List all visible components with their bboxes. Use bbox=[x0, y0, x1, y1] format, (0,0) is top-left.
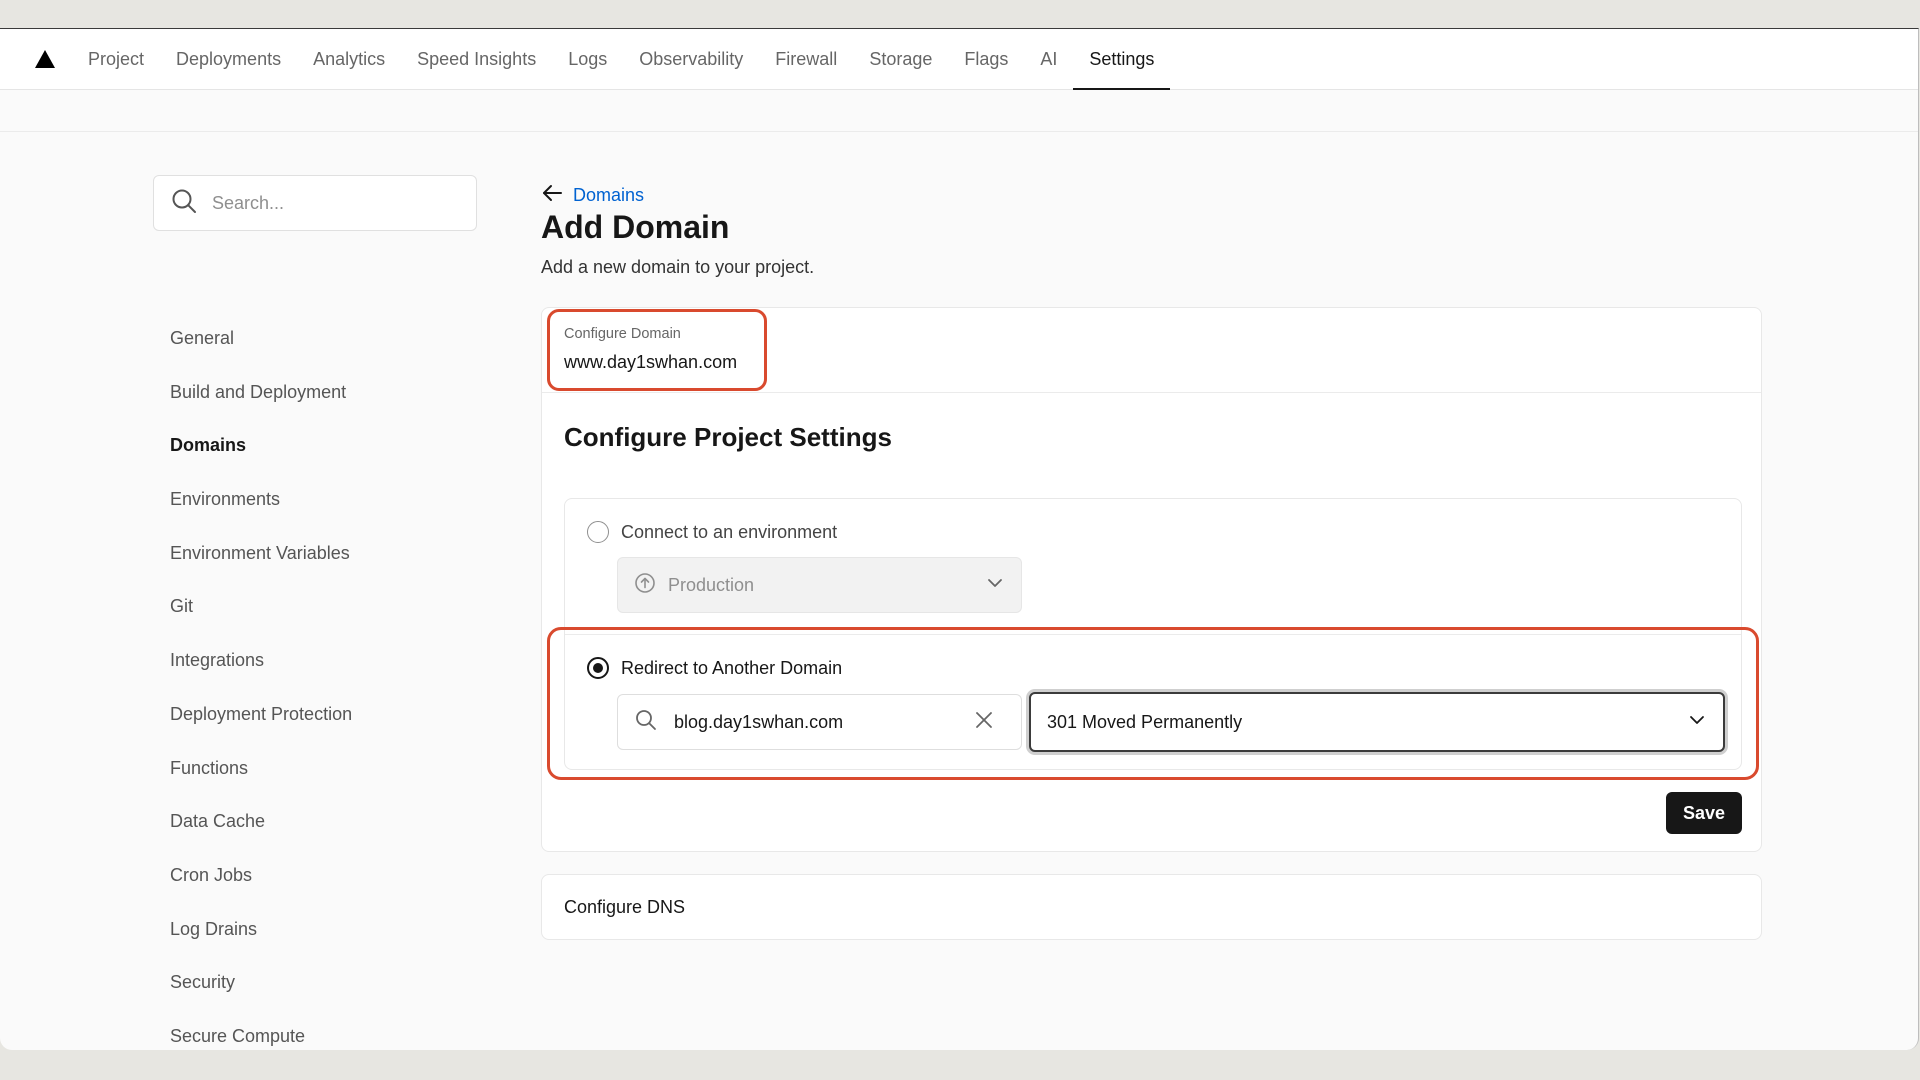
sidebar-item-log-drains[interactable]: Log Drains bbox=[170, 903, 352, 957]
search-input[interactable] bbox=[212, 192, 452, 214]
sidebar-item-general[interactable]: General bbox=[170, 312, 352, 366]
sidebar-item-environment-variables[interactable]: Environment Variables bbox=[170, 527, 352, 581]
tab-settings[interactable]: Settings bbox=[1073, 29, 1171, 90]
tab-storage[interactable]: Storage bbox=[853, 29, 948, 89]
redirect-domain-label: Redirect to Another Domain bbox=[621, 657, 843, 678]
configure-domain-value: www.day1swhan.com bbox=[564, 352, 738, 372]
tab-logs[interactable]: Logs bbox=[552, 29, 623, 89]
redirect-domain-option[interactable]: Redirect to Another Domain bbox=[587, 657, 842, 679]
configure-dns-label: Configure DNS bbox=[564, 896, 686, 917]
sidebar-item-cron-jobs[interactable]: Cron Jobs bbox=[170, 849, 352, 903]
domain-highlight-annotation bbox=[547, 309, 767, 391]
connect-environment-label: Connect to an environment bbox=[621, 521, 838, 542]
save-button[interactable]: Save bbox=[1666, 792, 1742, 834]
connect-environment-radio[interactable] bbox=[587, 521, 609, 543]
settings-sidebar: General Build and Deployment Domains Env… bbox=[170, 312, 352, 1050]
configure-domain-header: Configure Domain www.day1swhan.com bbox=[542, 308, 1761, 393]
tab-observability[interactable]: Observability bbox=[623, 29, 759, 89]
search-icon bbox=[170, 187, 198, 220]
sidebar-item-environments[interactable]: Environments bbox=[170, 473, 352, 527]
page-title: Add Domain bbox=[541, 209, 730, 245]
sidebar-item-build-and-deployment[interactable]: Build and Deployment bbox=[170, 366, 352, 420]
arrow-left-icon bbox=[541, 183, 573, 208]
configure-domain-label: Configure Domain bbox=[564, 326, 681, 342]
redirect-target-input[interactable] bbox=[674, 711, 974, 733]
redirect-target-field[interactable] bbox=[617, 694, 1022, 750]
triangle-logo-icon[interactable] bbox=[34, 29, 56, 89]
environment-select[interactable]: Production bbox=[617, 557, 1022, 613]
tab-flags[interactable]: Flags bbox=[948, 29, 1024, 89]
redirect-status-value: 301 Moved Permanently bbox=[1047, 711, 1243, 732]
add-domain-card: Configure Domain www.day1swhan.com Confi… bbox=[541, 307, 1762, 852]
tab-project[interactable]: Project bbox=[72, 29, 160, 89]
tab-analytics[interactable]: Analytics bbox=[297, 29, 401, 89]
sidebar-item-integrations[interactable]: Integrations bbox=[170, 634, 352, 688]
top-navigation: Project Deployments Analytics Speed Insi… bbox=[0, 29, 1918, 90]
search-icon bbox=[634, 708, 658, 737]
configure-dns-card[interactable]: Configure DNS bbox=[541, 874, 1762, 940]
sub-header-bar bbox=[0, 90, 1918, 132]
sidebar-item-data-cache[interactable]: Data Cache bbox=[170, 795, 352, 849]
redirect-status-select[interactable]: 301 Moved Permanently bbox=[1029, 692, 1725, 752]
tab-firewall[interactable]: Firewall bbox=[759, 29, 853, 89]
page-description: Add a new domain to your project. bbox=[541, 257, 815, 277]
environment-select-value: Production bbox=[668, 574, 755, 595]
browser-window: Project Deployments Analytics Speed Insi… bbox=[0, 28, 1919, 1050]
sidebar-item-functions[interactable]: Functions bbox=[170, 742, 352, 796]
close-icon[interactable] bbox=[974, 710, 994, 735]
back-to-domains-link[interactable]: Domains bbox=[541, 183, 644, 208]
sidebar-item-security[interactable]: Security bbox=[170, 956, 352, 1010]
tab-deployments[interactable]: Deployments bbox=[160, 29, 297, 89]
section-title: Configure Project Settings bbox=[564, 422, 892, 452]
sidebar-item-git[interactable]: Git bbox=[170, 580, 352, 634]
sidebar-item-secure-compute[interactable]: Secure Compute bbox=[170, 1010, 352, 1050]
redirect-domain-radio[interactable] bbox=[587, 657, 609, 679]
tab-speed-insights[interactable]: Speed Insights bbox=[401, 29, 552, 89]
settings-search[interactable] bbox=[153, 175, 477, 231]
chevron-down-icon bbox=[985, 573, 1005, 598]
tab-ai[interactable]: AI bbox=[1024, 29, 1073, 89]
sidebar-item-domains[interactable]: Domains bbox=[170, 419, 352, 473]
sidebar-item-deployment-protection[interactable]: Deployment Protection bbox=[170, 688, 352, 742]
options-divider bbox=[565, 634, 1741, 635]
connect-environment-option[interactable]: Connect to an environment bbox=[587, 521, 837, 543]
back-link-label[interactable]: Domains bbox=[573, 185, 644, 206]
project-settings-options: Connect to an environment Production Red… bbox=[564, 498, 1742, 770]
arrow-up-circle-icon bbox=[634, 572, 656, 599]
chevron-down-icon bbox=[1687, 710, 1707, 735]
